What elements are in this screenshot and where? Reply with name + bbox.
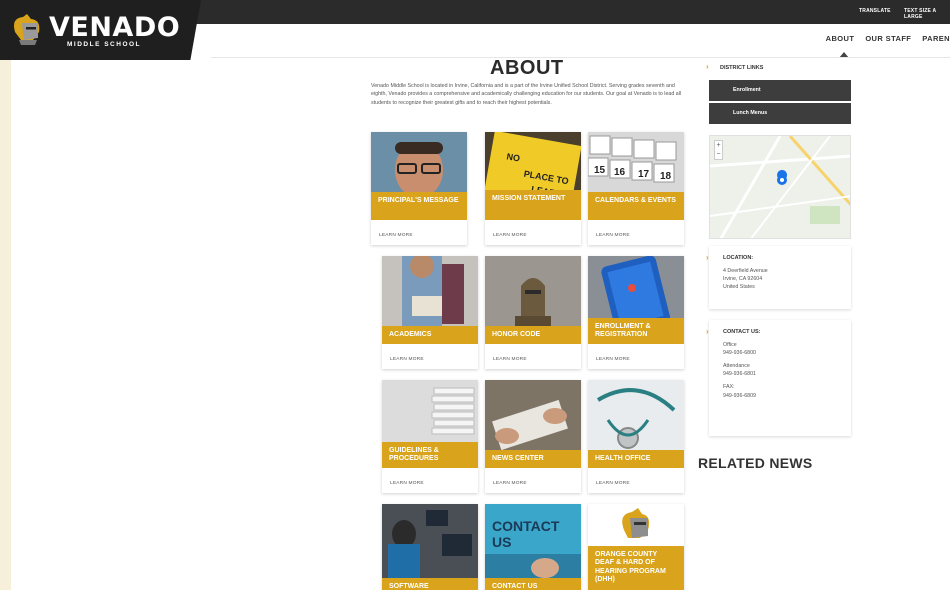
map-zoom-controls[interactable]: + − (714, 140, 723, 160)
card-contact-us[interactable]: CONTACT US CONTACT US (485, 504, 581, 590)
card-label: ORANGE COUNTY DEAF & HARD OF HEARING PRO… (588, 546, 684, 590)
office-phone[interactable]: 949-936-6800 (723, 349, 843, 357)
learn-more-link[interactable]: LEARN MORE (493, 233, 527, 238)
svg-text:18: 18 (660, 171, 672, 182)
card-label: SOFTWARE (382, 578, 478, 590)
district-links-heading: DISTRICT LINKS (720, 65, 764, 71)
fax-label: FAX: (723, 384, 735, 391)
sidebar-link-enrollment[interactable]: Enrollment (709, 80, 851, 101)
translate-link[interactable]: TRANSLATE (859, 8, 891, 14)
card-label: PRINCIPAL'S MESSAGE (371, 192, 467, 220)
card-label: ENROLLMENT & REGISTRATION (588, 318, 684, 344)
logo-name: VENADO (49, 12, 181, 43)
knight-helmet-icon (14, 14, 40, 45)
card-dhh-program[interactable]: ORANGE COUNTY DEAF & HARD OF HEARING PRO… (588, 504, 684, 590)
card-label: HEALTH OFFICE (588, 450, 684, 468)
sidebar-link-lunch-menus[interactable]: Lunch Menus (709, 103, 851, 124)
fax-number: 949-936-6809 (723, 392, 756, 399)
card-news-center[interactable]: NEWS CENTER LEARN MORE (485, 380, 581, 493)
learn-more-link[interactable]: LEARN MORE (493, 357, 527, 362)
address-line: United States (723, 283, 755, 290)
learn-more-link[interactable]: LEARN MORE (493, 481, 527, 486)
nav-our-staff[interactable]: OUR STAFF (865, 34, 911, 43)
learn-more-link[interactable]: LEARN MORE (379, 233, 413, 238)
chevron-right-icon: › (706, 253, 709, 262)
learn-more-link[interactable]: LEARN MORE (596, 357, 630, 362)
intro-paragraph: Venado Middle School is located in Irvin… (371, 83, 682, 106)
learn-more-link[interactable]: LEARN MORE (390, 481, 424, 486)
contact-us-image-text: CONTACT US (492, 518, 560, 550)
card-calendars-events[interactable]: 15 16 17 18 CALENDARS & EVENTS LEARN MORE (588, 132, 684, 245)
card-label: GUIDELINES & PROCEDURES (382, 442, 478, 468)
card-label: MISSION STATEMENT (485, 190, 581, 220)
card-academics[interactable]: ACADEMICS LEARN MORE (382, 256, 478, 369)
contact-heading: CONTACT US: (723, 329, 761, 335)
school-logo[interactable]: VENADO MIDDLE SCHOOL (0, 0, 201, 60)
main-nav: ABOUT OUR STAFF PAREN (826, 34, 950, 43)
card-mission-statement[interactable]: NOPLACE TOLEARN MISSION STATEMENT LEARN … (485, 132, 581, 245)
address-line: 4 Deerfield Avenue (723, 267, 768, 274)
svg-text:17: 17 (638, 169, 650, 180)
card-principals-message[interactable]: PRINCIPAL'S MESSAGE LEARN MORE (371, 132, 467, 245)
card-health-office[interactable]: HEALTH OFFICE LEARN MORE (588, 380, 684, 493)
office-label: Office (723, 341, 737, 348)
svg-text:15: 15 (594, 165, 606, 176)
learn-more-link[interactable]: LEARN MORE (596, 481, 630, 486)
card-enrollment-registration[interactable]: ENROLLMENT & REGISTRATION LEARN MORE (588, 256, 684, 369)
card-honor-code[interactable]: HONOR CODE LEARN MORE (485, 256, 581, 369)
card-software[interactable]: SOFTWARE (382, 504, 478, 590)
card-label: ACADEMICS (382, 326, 478, 344)
related-news-heading: RELATED NEWS (698, 455, 813, 471)
svg-text:16: 16 (614, 167, 626, 178)
card-label: CALENDARS & EVENTS (588, 192, 684, 220)
browser-viewport: TRANSLATE TEXT SIZE A LARGE ABOUT OUR ST… (11, 0, 950, 590)
location-map[interactable]: + − (709, 135, 851, 239)
card-guidelines-procedures[interactable]: GUIDELINES & PROCEDURES LEARN MORE (382, 380, 478, 493)
card-label: HONOR CODE (485, 326, 581, 344)
contact-box: › CONTACT US: Office 949-936-6800 Attend… (706, 320, 851, 436)
location-heading: LOCATION: (723, 255, 754, 261)
nav-about[interactable]: ABOUT (826, 34, 855, 43)
card-label: CONTACT US (485, 578, 581, 590)
address-line: Irvine, CA 92604 (723, 275, 763, 282)
logo-subtitle: MIDDLE SCHOOL (67, 41, 142, 48)
card-label: NEWS CENTER (485, 450, 581, 468)
chevron-right-icon: › (706, 327, 709, 336)
location-box: › LOCATION: 4 Deerfield Avenue Irvine, C… (706, 246, 851, 309)
attendance-label: Attendance (723, 362, 750, 369)
nav-parents[interactable]: PAREN (922, 34, 950, 43)
attendance-phone[interactable]: 949-936-6801 (723, 370, 843, 378)
page-title: ABOUT (490, 57, 564, 79)
learn-more-link[interactable]: LEARN MORE (390, 357, 424, 362)
text-size-link[interactable]: TEXT SIZE A LARGE (904, 8, 950, 20)
learn-more-link[interactable]: LEARN MORE (596, 233, 630, 238)
